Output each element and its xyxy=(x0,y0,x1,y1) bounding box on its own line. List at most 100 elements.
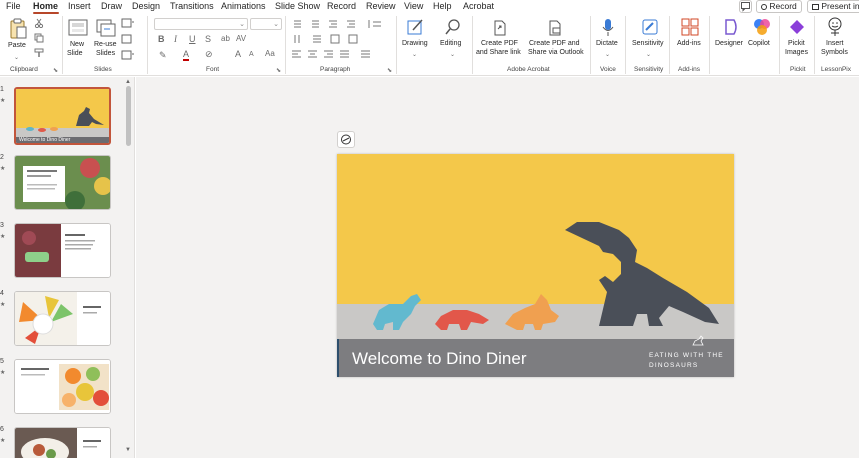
cut-icon[interactable] xyxy=(34,18,44,28)
sensitivity-icon[interactable] xyxy=(641,18,659,38)
alignment-buttons-icon[interactable] xyxy=(291,49,391,59)
create-pdf-share-icon[interactable] xyxy=(492,20,508,36)
slide-thumbnail-5[interactable] xyxy=(14,359,111,414)
tab-review[interactable]: Review xyxy=(366,1,396,12)
grow-font-button[interactable]: A xyxy=(235,49,241,59)
font-color-button[interactable]: A xyxy=(183,49,190,61)
chevron-down-icon[interactable]: ⌄ xyxy=(450,50,455,60)
format-painter-icon[interactable] xyxy=(34,48,44,58)
reset-icon[interactable] xyxy=(121,34,135,44)
slide-thumbnails-pane[interactable]: 1 ★ Welcome to Dino Diner 2 ★ 3 ★ 4 ★ 5 … xyxy=(0,77,135,458)
direction-buttons-icon[interactable] xyxy=(291,34,391,44)
insert-symbols-label[interactable]: Insert xyxy=(826,40,844,49)
character-spacing-icon[interactable]: AV xyxy=(236,34,246,44)
tab-file[interactable]: File xyxy=(6,1,21,12)
create-pdf-outlook-label[interactable]: Create PDF and xyxy=(529,40,580,49)
current-slide[interactable]: Welcome to Dino Diner EATING WITH THE DI… xyxy=(337,154,734,377)
bold-button[interactable]: B xyxy=(158,34,165,44)
paragraph-launcher-icon[interactable]: ⬊ xyxy=(387,67,392,74)
slide-thumbnail-2[interactable] xyxy=(14,155,111,210)
italic-button[interactable]: I xyxy=(174,34,177,44)
slide-title[interactable]: Welcome to Dino Diner xyxy=(352,349,526,369)
smiley-icon[interactable] xyxy=(826,17,844,37)
copilot-button-label[interactable]: Copilot xyxy=(748,40,770,49)
designer-ideas-button[interactable] xyxy=(337,131,355,148)
slide-subtitle[interactable]: EATING WITH THE DINOSAURS xyxy=(649,351,725,371)
present-button[interactable]: Present in xyxy=(807,0,859,13)
tab-insert[interactable]: Insert xyxy=(68,1,91,12)
paste-dropdown-icon[interactable]: ⌄ xyxy=(14,53,19,63)
create-pdf-share-label[interactable]: Create PDF xyxy=(481,40,518,49)
underline-button[interactable]: U xyxy=(189,34,196,44)
comments-button[interactable] xyxy=(739,0,752,13)
scroll-down-icon[interactable]: ▼ xyxy=(125,447,131,453)
scroll-up-icon[interactable]: ▲ xyxy=(125,79,131,85)
paste-icon[interactable] xyxy=(8,18,28,40)
tab-help[interactable]: Help xyxy=(433,1,452,12)
slide-thumbnail-6[interactable] xyxy=(14,427,111,458)
add-ins-button-label[interactable]: Add-ins xyxy=(677,40,701,49)
create-pdf-outlook-icon[interactable] xyxy=(547,20,563,36)
record-dot-icon xyxy=(761,4,767,10)
thumbnail-scrollbar[interactable] xyxy=(126,86,131,146)
clipboard-group-label: Clipboard xyxy=(10,66,38,73)
slide-number: 4 xyxy=(0,290,4,297)
dictate-button-label[interactable]: Dictate xyxy=(596,40,618,49)
new-slide-icon[interactable] xyxy=(68,19,88,37)
tab-transitions[interactable]: Transitions xyxy=(170,1,214,12)
tab-animations[interactable]: Animations xyxy=(221,1,266,12)
pickit-button-label[interactable]: Pickit xyxy=(788,40,805,49)
designer-icon[interactable] xyxy=(722,18,740,36)
font-launcher-icon[interactable]: ⬊ xyxy=(276,67,281,74)
font-name-dropdown[interactable]: ⌄ xyxy=(154,18,248,30)
tab-home[interactable]: Home xyxy=(33,1,58,12)
copy-icon[interactable] xyxy=(34,33,44,43)
slide-thumbnail-3[interactable] xyxy=(14,223,111,278)
tab-view[interactable]: View xyxy=(404,1,423,12)
tab-design[interactable]: Design xyxy=(132,1,160,12)
insert-symbols-label-2[interactable]: Symbols xyxy=(821,49,848,58)
font-size-dropdown[interactable]: ⌄ xyxy=(250,18,282,30)
tab-slide-show[interactable]: Slide Show xyxy=(275,1,320,12)
slide-number: 1 xyxy=(0,86,4,93)
reuse-slides-label-2[interactable]: Slides xyxy=(96,50,115,59)
chevron-down-icon[interactable]: ⌄ xyxy=(646,50,651,60)
drawing-button-label[interactable]: Drawing xyxy=(402,40,428,49)
tab-acrobat[interactable]: Acrobat xyxy=(463,1,494,12)
editing-button-label[interactable]: Editing xyxy=(440,40,461,49)
copilot-icon[interactable] xyxy=(752,17,772,37)
new-slide-label-2[interactable]: Slide xyxy=(67,50,83,59)
dino-logo-icon xyxy=(692,335,704,346)
create-pdf-share-label-2[interactable]: and Share link xyxy=(476,49,521,58)
strikethrough-icon[interactable]: ab xyxy=(221,34,230,44)
clipboard-launcher-icon[interactable]: ⬊ xyxy=(53,67,58,74)
shrink-font-button[interactable]: A xyxy=(249,50,254,60)
slide-thumbnail-4[interactable] xyxy=(14,291,111,346)
reuse-slides-icon[interactable] xyxy=(96,19,116,37)
highlighter-icon[interactable]: ✎ xyxy=(159,50,167,60)
sensitivity-button-label[interactable]: Sensitivity xyxy=(632,40,664,49)
tab-record[interactable]: Record xyxy=(327,1,356,12)
shadow-button[interactable]: S xyxy=(205,34,211,44)
change-case-icon[interactable]: Aa xyxy=(265,49,275,59)
layout-icon[interactable] xyxy=(121,18,135,28)
drawing-icon[interactable] xyxy=(407,18,425,36)
tab-draw[interactable]: Draw xyxy=(101,1,122,12)
new-slide-label[interactable]: New xyxy=(70,41,84,50)
list-buttons-icon[interactable] xyxy=(291,19,391,29)
pickit-icon[interactable] xyxy=(789,19,805,35)
microphone-icon[interactable] xyxy=(601,18,615,38)
chevron-down-icon[interactable]: ⌄ xyxy=(605,50,610,60)
search-icon[interactable] xyxy=(444,18,462,36)
clear-formatting-icon[interactable]: ⊘ xyxy=(205,49,213,59)
chevron-down-icon[interactable]: ⌄ xyxy=(412,50,417,60)
section-icon[interactable] xyxy=(121,50,135,60)
designer-button-label[interactable]: Designer xyxy=(715,40,743,49)
reuse-slides-label[interactable]: Re-use xyxy=(94,41,117,50)
pickit-button-label-2[interactable]: Images xyxy=(785,49,808,58)
paste-button-label[interactable]: Paste xyxy=(8,42,26,51)
slide-thumbnail-1[interactable]: Welcome to Dino Diner xyxy=(14,87,111,145)
record-button[interactable]: Record xyxy=(756,0,802,13)
create-pdf-outlook-label-2[interactable]: Share via Outlook xyxy=(528,49,584,58)
add-ins-icon[interactable] xyxy=(681,18,699,36)
